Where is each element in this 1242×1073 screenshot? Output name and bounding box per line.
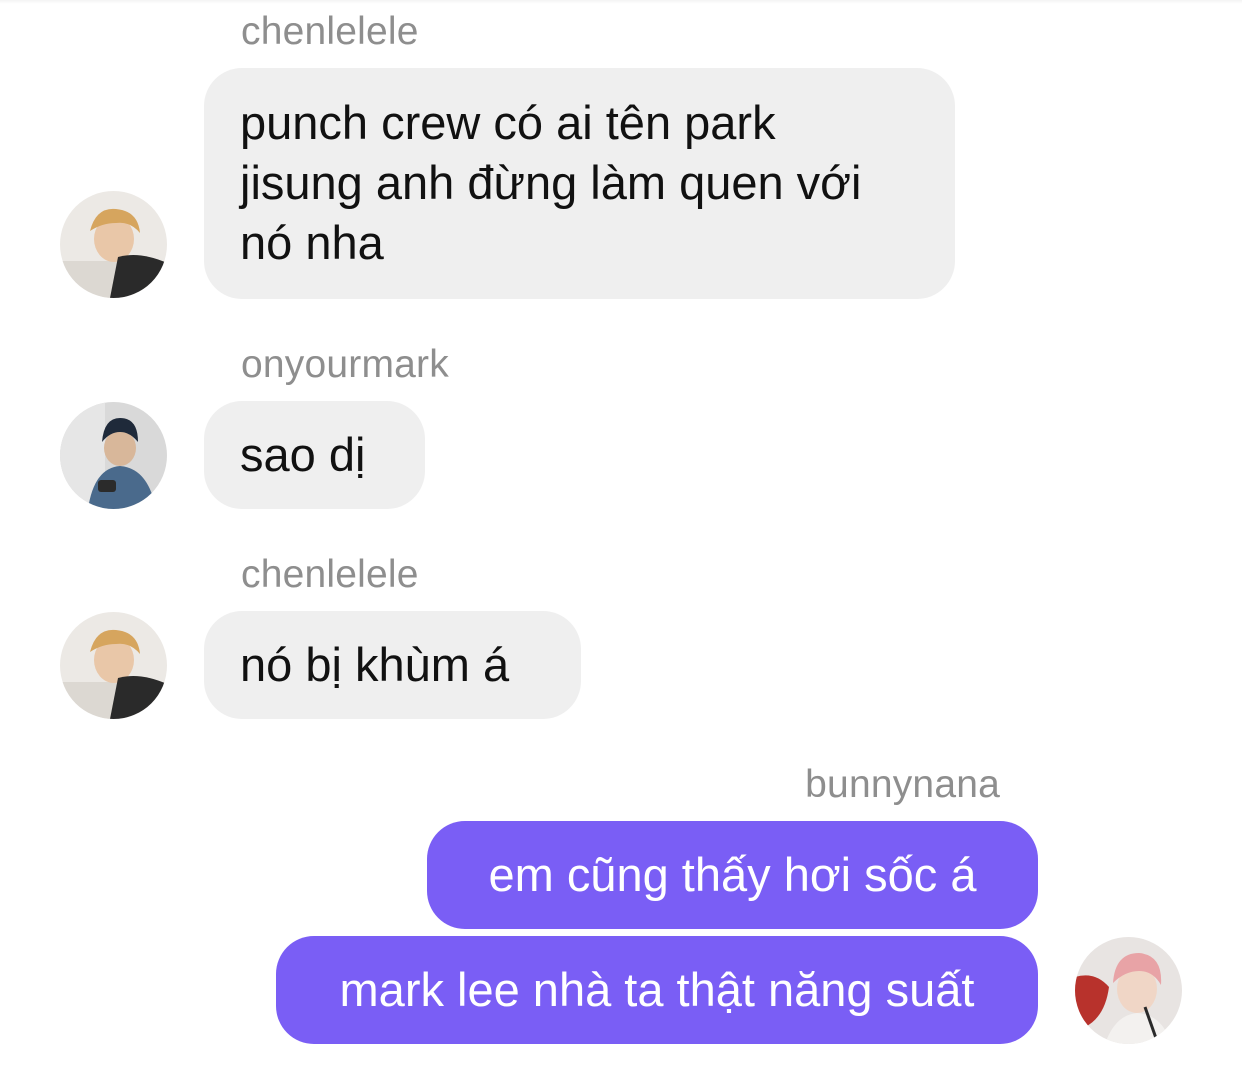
top-separator bbox=[0, 0, 1242, 4]
message-bubble-incoming[interactable]: punch crew có ai tên park jisung anh đừn… bbox=[204, 68, 955, 299]
message-text: mark lee nhà ta thật năng suất bbox=[339, 963, 975, 1016]
message-bubble-outgoing[interactable]: mark lee nhà ta thật năng suất bbox=[276, 936, 1038, 1044]
message-bubble-outgoing[interactable]: em cũng thấy hơi sốc á bbox=[427, 821, 1038, 929]
sender-name: chenlelele bbox=[241, 553, 419, 596]
message-text: sao dị bbox=[240, 428, 366, 481]
avatar-bunnynana[interactable] bbox=[1075, 937, 1182, 1044]
sender-name: onyourmark bbox=[241, 343, 449, 386]
message-text: jisung anh đừng làm quen với bbox=[240, 156, 862, 209]
message-text: punch crew có ai tên park bbox=[240, 96, 776, 149]
avatar-onyourmark[interactable] bbox=[60, 402, 167, 509]
avatar-chenlelele[interactable] bbox=[60, 191, 167, 298]
sender-name: bunnynana bbox=[805, 763, 1000, 806]
message-bubble-incoming[interactable]: sao dị bbox=[204, 401, 425, 509]
message-text: nó nha bbox=[240, 216, 384, 269]
message-bubble-incoming[interactable]: nó bị khùm á bbox=[204, 611, 581, 719]
message-text: nó bị khùm á bbox=[240, 638, 510, 691]
message-text: em cũng thấy hơi sốc á bbox=[488, 848, 977, 901]
avatar-chenlelele[interactable] bbox=[60, 612, 167, 719]
sender-name: chenlelele bbox=[241, 10, 419, 53]
